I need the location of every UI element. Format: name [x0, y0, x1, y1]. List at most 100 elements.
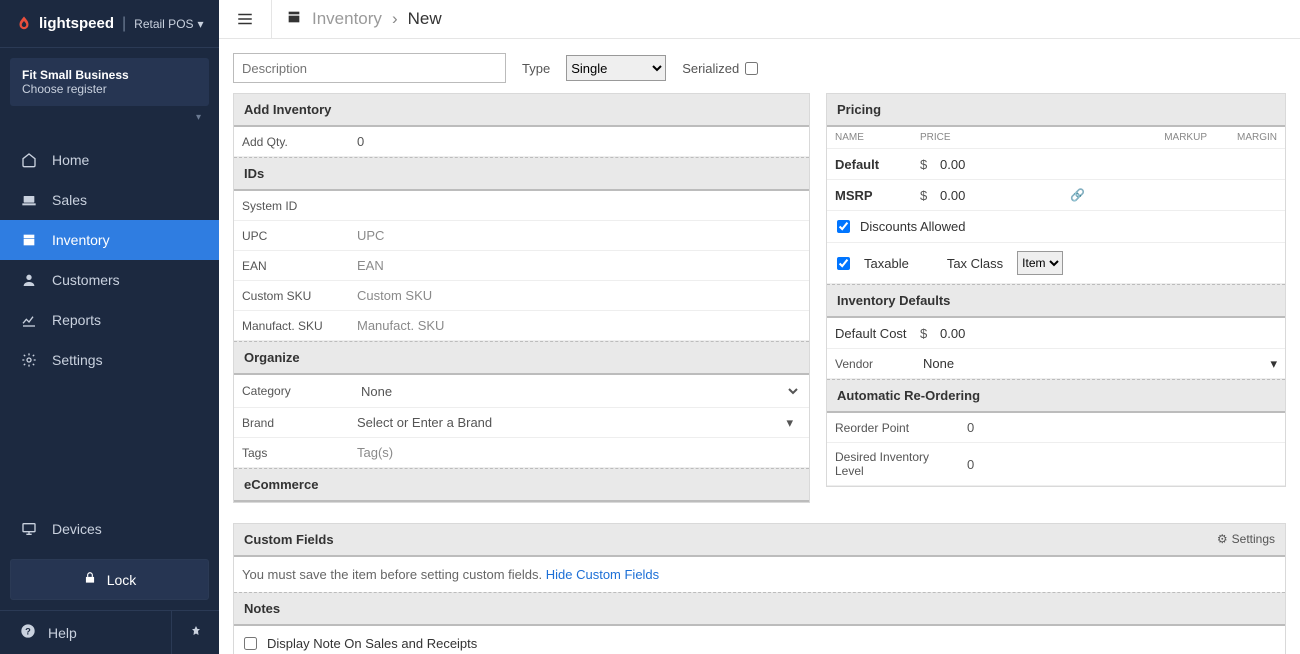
svg-text:?: ? — [25, 626, 31, 636]
price-default-name: Default — [835, 157, 920, 172]
nav-customers[interactable]: Customers — [0, 260, 219, 300]
serialized-toggle[interactable]: Serialized — [682, 61, 758, 76]
nav-devices-label: Devices — [52, 521, 102, 537]
type-select[interactable]: Single — [566, 55, 666, 81]
discounts-checkbox[interactable] — [837, 220, 850, 233]
nav-customers-label: Customers — [52, 272, 120, 288]
section-organize: Organize — [234, 341, 809, 375]
section-pricing: Pricing — [827, 94, 1285, 127]
pin-icon — [190, 625, 202, 640]
register-toggle-caret[interactable]: ▾ — [0, 106, 219, 128]
hamburger-icon — [236, 10, 254, 28]
vendor-value: None — [923, 356, 954, 371]
nav-reports-label: Reports — [52, 312, 101, 328]
custom-fields-message: You must save the item before setting cu… — [234, 557, 1285, 592]
add-qty-input[interactable] — [357, 134, 801, 149]
section-auto-reorder: Automatic Re-Ordering — [827, 379, 1285, 413]
col-price: PRICE — [920, 132, 1080, 143]
business-name: Fit Small Business — [22, 68, 197, 82]
nav-reports[interactable]: Reports — [0, 300, 219, 340]
price-default-value[interactable]: 0.00 — [940, 157, 1070, 172]
ean-input[interactable] — [357, 258, 801, 273]
question-icon: ? — [20, 623, 36, 642]
section-notes: Notes — [234, 592, 1285, 626]
col-margin: MARGIN — [1207, 132, 1277, 143]
nav-home[interactable]: Home — [0, 140, 219, 180]
brand-dropdown[interactable]: Select or Enter a Brand ▾ — [357, 415, 801, 431]
default-cost-value[interactable]: 0.00 — [940, 326, 1070, 341]
currency-symbol: $ — [920, 326, 940, 341]
vendor-dropdown[interactable]: None ▾ — [923, 356, 1277, 372]
display-note-label: Display Note On Sales and Receipts — [267, 636, 477, 651]
main-nav: Home Sales Inventory Customers Reports S… — [0, 136, 219, 509]
breadcrumb-parent[interactable]: Inventory — [312, 9, 382, 29]
lock-icon — [83, 571, 97, 588]
nav-settings[interactable]: Settings — [0, 340, 219, 380]
pricing-columns: NAME PRICE MARKUP MARGIN — [827, 127, 1285, 149]
link-icon[interactable]: 🔗 — [1070, 188, 1085, 202]
chevron-right-icon: › — [392, 9, 398, 29]
section-add-inventory: Add Inventory — [234, 94, 809, 127]
serialized-label: Serialized — [682, 61, 739, 76]
logo-bar: lightspeed | Retail POS ▾ — [0, 0, 219, 48]
serialized-checkbox[interactable] — [745, 62, 758, 75]
box-icon — [20, 231, 38, 249]
reorder-point-input[interactable] — [967, 420, 1277, 435]
custom-fields-settings-label: Settings — [1232, 532, 1275, 546]
logo-divider: | — [122, 15, 126, 33]
type-label: Type — [522, 61, 550, 76]
pin-button[interactable] — [171, 611, 219, 654]
help-label: Help — [48, 625, 77, 641]
register-selector[interactable]: Fit Small Business Choose register — [10, 58, 209, 106]
flame-icon — [15, 15, 33, 33]
desired-level-label: Desired Inventory Level — [827, 443, 959, 485]
manuf-sku-input[interactable] — [357, 318, 801, 333]
nav-home-label: Home — [52, 152, 89, 168]
home-icon — [20, 151, 38, 169]
chevron-down-icon: ▾ — [1270, 356, 1277, 372]
gear-icon — [20, 351, 38, 369]
category-select[interactable]: None — [357, 379, 801, 403]
breadcrumb: Inventory › New — [286, 9, 442, 30]
currency-symbol: $ — [920, 188, 940, 203]
nav-settings-label: Settings — [52, 352, 103, 368]
nav-inventory[interactable]: Inventory — [0, 220, 219, 260]
tax-class-label: Tax Class — [947, 256, 1003, 271]
section-custom-fields: Custom Fields ⚙ Settings — [234, 524, 1285, 557]
tags-input[interactable] — [357, 445, 801, 460]
tax-class-select[interactable]: Item — [1017, 251, 1063, 275]
topbar-divider — [271, 0, 272, 38]
nav-sales-label: Sales — [52, 192, 87, 208]
add-qty-label: Add Qty. — [234, 128, 349, 156]
tags-label: Tags — [234, 439, 349, 467]
brand-name: lightspeed — [39, 15, 114, 32]
upc-input[interactable] — [357, 228, 801, 243]
manuf-sku-label: Manufact. SKU — [234, 312, 349, 340]
menu-toggle[interactable] — [233, 7, 257, 31]
custom-fields-title: Custom Fields — [244, 532, 334, 547]
product-switcher[interactable]: Retail POS ▾ — [134, 17, 203, 31]
taxable-checkbox[interactable] — [837, 257, 850, 270]
nav-devices[interactable]: Devices — [0, 509, 219, 549]
user-icon — [20, 271, 38, 289]
hide-custom-fields-link[interactable]: Hide Custom Fields — [546, 567, 659, 582]
nav-sales[interactable]: Sales — [0, 180, 219, 220]
taxable-label: Taxable — [864, 256, 909, 271]
custom-fields-settings-link[interactable]: ⚙ Settings — [1217, 532, 1275, 546]
register-icon — [20, 191, 38, 209]
lock-label: Lock — [107, 572, 137, 588]
description-input[interactable] — [233, 53, 506, 83]
price-msrp-value[interactable]: 0.00 — [940, 188, 1070, 203]
lock-button[interactable]: Lock — [10, 559, 209, 600]
help-button[interactable]: ? Help — [0, 611, 171, 654]
product-name: Retail POS — [134, 17, 193, 31]
col-name: NAME — [835, 132, 920, 143]
breadcrumb-current: New — [408, 9, 442, 29]
system-id-label: System ID — [234, 192, 349, 220]
custom-sku-input[interactable] — [357, 288, 801, 303]
desired-level-input[interactable] — [967, 457, 1277, 472]
col-markup: MARKUP — [1127, 132, 1207, 143]
display-note-checkbox[interactable] — [244, 637, 257, 650]
price-msrp-name: MSRP — [835, 188, 920, 203]
custom-fields-msg-text: You must save the item before setting cu… — [242, 567, 546, 582]
